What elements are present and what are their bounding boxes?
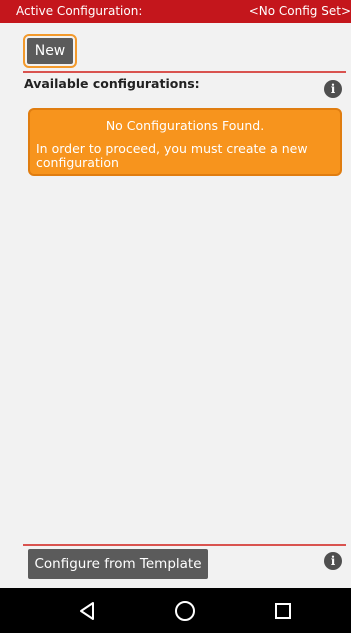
configure-from-template-button[interactable]: Configure from Template xyxy=(28,549,208,579)
info-icon[interactable]: i xyxy=(324,552,342,570)
android-nav-bar xyxy=(0,588,351,633)
back-icon xyxy=(80,601,94,620)
recent-apps-button[interactable] xyxy=(258,588,308,633)
bottom-divider xyxy=(23,544,346,546)
back-button[interactable] xyxy=(62,588,112,633)
active-config-bar: Active Configuration: <No Config Set> xyxy=(0,0,351,23)
new-button-highlight: New xyxy=(23,34,77,68)
new-button[interactable]: New xyxy=(27,38,73,64)
top-divider xyxy=(23,71,346,73)
recent-apps-icon xyxy=(275,602,291,619)
home-button[interactable] xyxy=(160,588,210,633)
notice-message: In order to proceed, you must create a n… xyxy=(36,141,308,170)
active-config-value: <No Config Set> xyxy=(248,4,351,18)
home-icon xyxy=(175,600,195,621)
info-icon[interactable]: i xyxy=(324,80,342,98)
notice-title: No Configurations Found. xyxy=(105,118,265,133)
active-config-label: Active Configuration: xyxy=(16,4,143,18)
available-configurations-label: Available configurations: xyxy=(24,76,200,91)
no-configs-notice: No Configurations Found. In order to pro… xyxy=(28,108,342,176)
